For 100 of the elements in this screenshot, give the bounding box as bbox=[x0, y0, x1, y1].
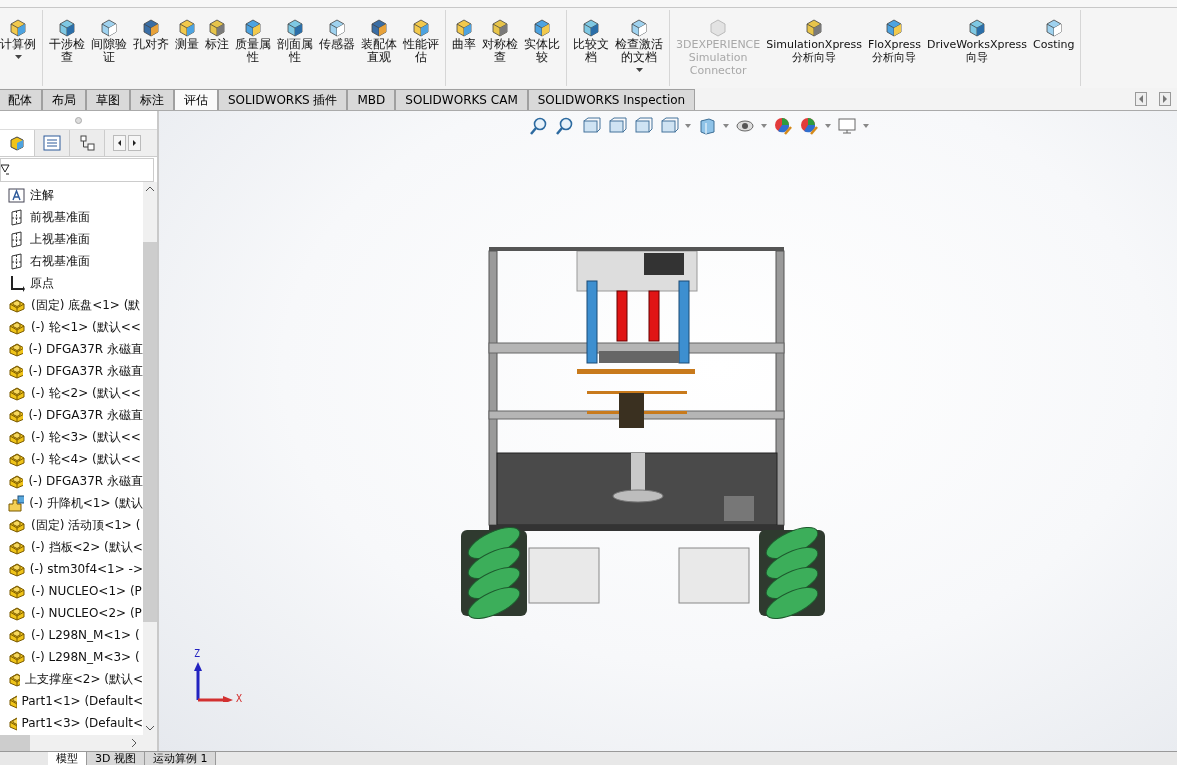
cube-icon[interactable] bbox=[9, 135, 25, 151]
tree-item[interactable]: (-) DFGA37R 永磁直 bbox=[0, 360, 143, 382]
ribbon-button[interactable]: Costing bbox=[1030, 12, 1078, 51]
tree-item[interactable]: (-) 轮<3> (默认<< bbox=[0, 426, 143, 448]
ribbon-button[interactable]: DriveWorksXpress 向导 bbox=[924, 12, 1030, 64]
collapse-right-icon[interactable] bbox=[1159, 92, 1171, 106]
view-icon[interactable] bbox=[581, 116, 601, 136]
ribbon-button[interactable]: 间隙验证 bbox=[88, 12, 130, 64]
tree-item[interactable]: (-) NUCLEO<1> (P bbox=[0, 580, 143, 602]
caret-icon[interactable] bbox=[635, 68, 643, 72]
appearance-icon[interactable] bbox=[799, 116, 819, 136]
configuration-icon[interactable] bbox=[79, 135, 95, 151]
cube-icon bbox=[141, 18, 161, 38]
z-axis-label: Z bbox=[194, 648, 201, 659]
tree-item[interactable]: Part1<1> (Default< bbox=[0, 690, 143, 712]
ribbon-tab[interactable]: 配体 bbox=[0, 89, 42, 110]
cube-icon bbox=[804, 18, 825, 38]
tree-item[interactable]: 原点 bbox=[0, 272, 143, 294]
plane-icon bbox=[8, 208, 25, 226]
part-icon bbox=[8, 715, 17, 731]
zoom-icon[interactable] bbox=[529, 116, 549, 136]
view-orientation-icon[interactable] bbox=[659, 116, 679, 136]
zoom-area-icon[interactable] bbox=[555, 116, 575, 136]
view-tab[interactable]: 模型 bbox=[48, 752, 87, 765]
ribbon-button[interactable]: 计算例 bbox=[0, 12, 39, 59]
tree-item[interactable]: (-) 轮<1> (默认<< bbox=[0, 316, 143, 338]
ribbon-tab[interactable]: 布局 bbox=[42, 89, 86, 110]
tree-item[interactable]: (-) stm30f4<1> -> bbox=[0, 558, 143, 580]
ribbon-button[interactable]: 性能评估 bbox=[400, 12, 442, 64]
display-style-icon[interactable] bbox=[697, 116, 717, 136]
ribbon-tab[interactable]: 评估 bbox=[174, 89, 218, 110]
part-icon bbox=[8, 561, 25, 577]
section-icon[interactable] bbox=[607, 116, 627, 136]
ribbon-button[interactable]: 装配体直观 bbox=[358, 12, 400, 64]
tree-item[interactable]: (-) 轮<4> (默认<< bbox=[0, 448, 143, 470]
ribbon-tab[interactable]: SOLIDWORKS CAM bbox=[395, 89, 528, 110]
scroll-right-icon[interactable] bbox=[131, 739, 137, 747]
view-tab[interactable]: 运动算例 1 bbox=[144, 752, 217, 765]
ribbon-button[interactable]: 对称检查 bbox=[479, 12, 521, 64]
part-icon bbox=[8, 539, 26, 555]
caret-icon[interactable] bbox=[14, 55, 22, 59]
ribbon-button[interactable]: 实体比较 bbox=[521, 12, 563, 64]
view-icon[interactable] bbox=[633, 116, 653, 136]
appearance-icon[interactable] bbox=[773, 116, 793, 136]
part-icon bbox=[8, 451, 26, 467]
tree-item[interactable]: (-) 挡板<2> (默认< bbox=[0, 536, 143, 558]
ribbon-tab[interactable]: 标注 bbox=[130, 89, 174, 110]
tree-item[interactable]: 前视基准面 bbox=[0, 206, 143, 228]
ribbon-tab[interactable]: SOLIDWORKS Inspection bbox=[527, 89, 696, 110]
part-icon bbox=[8, 583, 26, 599]
ribbon-tab[interactable]: SOLIDWORKS 插件 bbox=[218, 89, 348, 110]
tree-item[interactable]: (-) L298N_M<3> ( bbox=[0, 646, 143, 668]
tree-item[interactable]: (-) NUCLEO<2> (P bbox=[0, 602, 143, 624]
tree-item[interactable]: (-) DFGA37R 永磁直 bbox=[0, 338, 143, 360]
tree-item[interactable]: (-) 升降机<1> (默认 bbox=[0, 492, 143, 514]
ribbon-button[interactable]: 干涉检查 bbox=[46, 12, 88, 64]
ribbon-button[interactable]: 曲率 bbox=[449, 12, 479, 51]
property-list-icon[interactable] bbox=[43, 135, 61, 151]
cube-icon bbox=[285, 18, 305, 38]
ribbon-button[interactable]: 质量属性 bbox=[232, 12, 274, 64]
scroll-left-icon[interactable] bbox=[113, 135, 126, 151]
tree-item[interactable]: 上支撑座<2> (默认< bbox=[0, 668, 143, 690]
cube-icon bbox=[581, 18, 601, 38]
tree-item[interactable]: 注解 bbox=[0, 184, 143, 206]
tree-item[interactable]: 上视基准面 bbox=[0, 228, 143, 250]
ribbon-button[interactable]: SimulationXpress 分析向导 bbox=[763, 12, 865, 64]
scroll-right-icon[interactable] bbox=[128, 135, 141, 151]
cube-icon bbox=[8, 18, 28, 38]
ribbon-button[interactable]: 剖面属性 bbox=[274, 12, 316, 64]
cube-icon bbox=[967, 18, 987, 38]
scrollbar-thumb[interactable] bbox=[0, 735, 30, 751]
part-icon bbox=[8, 363, 24, 379]
view-tab[interactable]: 3D 视图 bbox=[87, 752, 145, 765]
grip-icon[interactable] bbox=[75, 116, 82, 124]
ribbon-button[interactable]: FloXpress 分析向导 bbox=[864, 12, 925, 64]
tree-item[interactable]: 右视基准面 bbox=[0, 250, 143, 272]
tree-item[interactable]: (固定) 活动顶<1> ( bbox=[0, 514, 143, 536]
annotation-icon bbox=[8, 187, 25, 203]
filter-field[interactable] bbox=[0, 158, 154, 182]
scroll-up-icon[interactable] bbox=[146, 186, 154, 192]
collapse-left-icon[interactable] bbox=[1135, 92, 1147, 106]
ribbon-button[interactable]: 比较文档 bbox=[570, 12, 612, 64]
ribbon-tab[interactable]: 草图 bbox=[86, 89, 130, 110]
ribbon-button[interactable]: 孔对齐 bbox=[130, 12, 172, 51]
tree-item[interactable]: (-) DFGA37R 永磁直 bbox=[0, 470, 143, 492]
ribbon-tab[interactable]: MBD bbox=[347, 89, 396, 110]
tree-item[interactable]: (-) 轮<2> (默认<< bbox=[0, 382, 143, 404]
ribbon-button[interactable]: 标注 bbox=[202, 12, 232, 51]
ribbon-button[interactable]: 传感器 bbox=[316, 12, 358, 51]
ribbon-button[interactable]: 检查激活的文档 bbox=[612, 12, 666, 72]
tree-item[interactable]: (固定) 底盘<1> (默 bbox=[0, 294, 143, 316]
tree-item[interactable]: (-) L298N_M<1> ( bbox=[0, 624, 143, 646]
cube-icon bbox=[490, 18, 510, 38]
cube-icon bbox=[411, 18, 431, 38]
ribbon-button[interactable]: 测量 bbox=[172, 12, 202, 51]
scrollbar-thumb[interactable] bbox=[143, 242, 157, 622]
scroll-down-icon[interactable] bbox=[146, 725, 154, 731]
tree-item[interactable]: Part1<3> (Default< bbox=[0, 712, 143, 734]
tree-item[interactable]: (-) DFGA37R 永磁直 bbox=[0, 404, 143, 426]
monitor-icon[interactable] bbox=[837, 116, 857, 136]
